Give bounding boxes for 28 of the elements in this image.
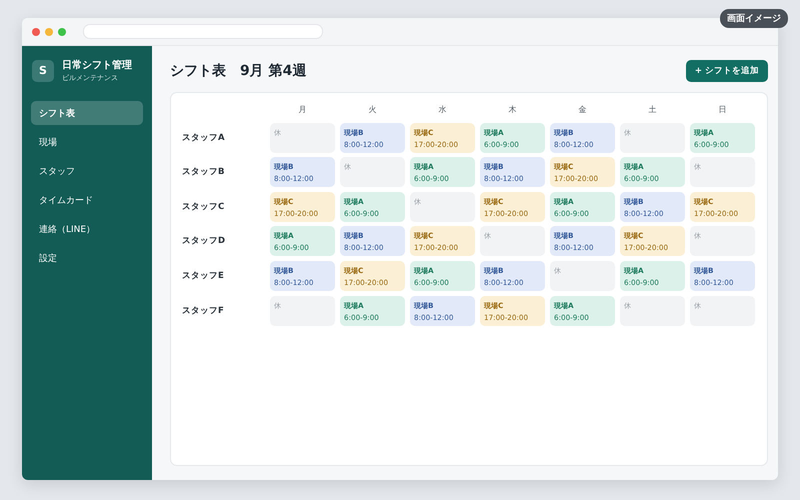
sidebar-item[interactable]: シフト表 [31, 101, 143, 125]
add-shift-button[interactable]: + シフトを追加 [686, 60, 768, 82]
column-header: 金 [578, 104, 588, 116]
sidebar-item[interactable]: 連絡（LINE） [31, 217, 143, 241]
zoom-dot-icon[interactable] [58, 28, 66, 36]
column-header: 水 [438, 104, 448, 116]
close-dot-icon[interactable] [32, 28, 40, 36]
staff-name: スタッフD [181, 235, 226, 248]
column-header: 火 [368, 104, 378, 116]
column-header: 日 [718, 104, 728, 116]
sidebar-item[interactable]: スタッフ [31, 159, 143, 183]
minimize-dot-icon[interactable] [45, 28, 53, 36]
staff-name: スタッフE [181, 270, 225, 283]
staff-name: スタッフC [181, 200, 226, 214]
app-name: 日常シフト管理 [62, 58, 132, 72]
page-title: シフト表 9月 第4週 [170, 62, 306, 80]
logo-icon: S [32, 60, 54, 82]
staff-name: スタッフA [181, 132, 226, 145]
sidebar-item[interactable]: 設定 [31, 246, 143, 270]
screen-image-badge: 画面イメージ [720, 9, 788, 28]
sidebar-item[interactable]: タイムカード [31, 188, 143, 212]
column-header: 月 [298, 104, 308, 116]
address-bar[interactable] [83, 24, 323, 39]
sidebar-item[interactable]: 現場 [31, 130, 143, 154]
column-header: 土 [648, 104, 658, 116]
column-header: 木 [508, 104, 518, 116]
staff-name: スタッフF [181, 304, 225, 318]
staff-name: スタッフB [181, 166, 226, 180]
